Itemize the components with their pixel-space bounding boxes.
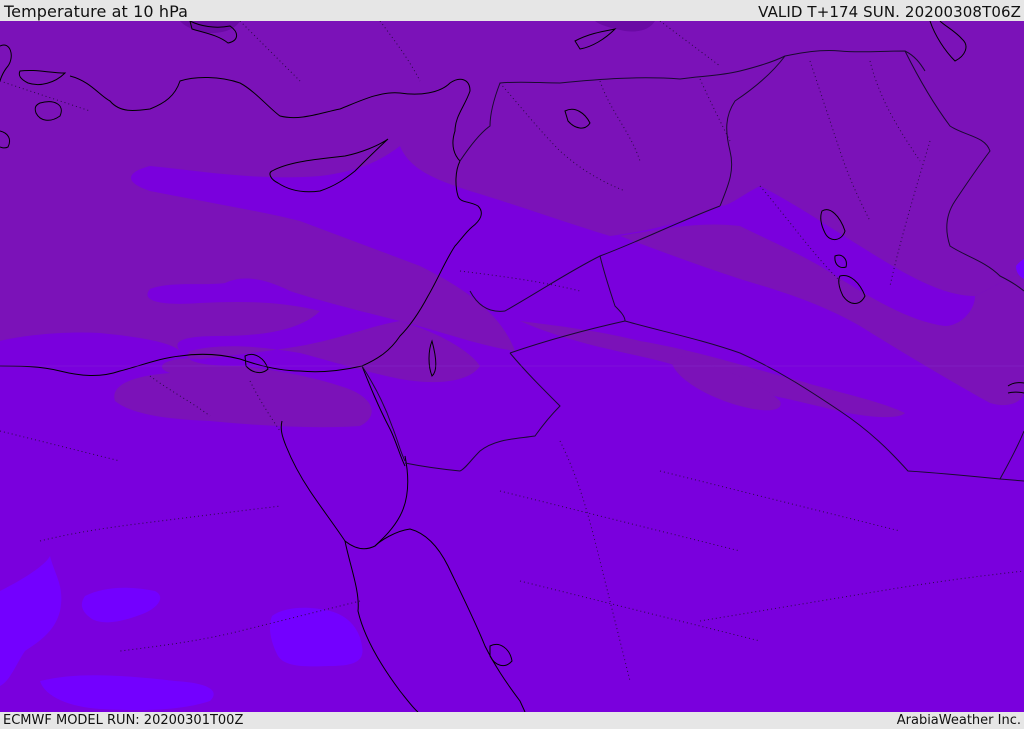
- map-svg: [0, 21, 1024, 712]
- map-title: Temperature at 10 hPa: [4, 2, 189, 21]
- map-canvas: [0, 21, 1024, 712]
- map-header: Temperature at 10 hPa VALID T+174 SUN. 2…: [0, 0, 1024, 21]
- credit-label: ArabiaWeather Inc.: [896, 713, 1021, 728]
- map-footer: ECMWF MODEL RUN: 20200301T00Z ArabiaWeat…: [0, 712, 1024, 729]
- valid-time: VALID T+174 SUN. 20200308T06Z: [758, 3, 1021, 21]
- model-run-label: ECMWF MODEL RUN: 20200301T00Z: [3, 713, 244, 728]
- map-figure: Temperature at 10 hPa VALID T+174 SUN. 2…: [0, 0, 1024, 729]
